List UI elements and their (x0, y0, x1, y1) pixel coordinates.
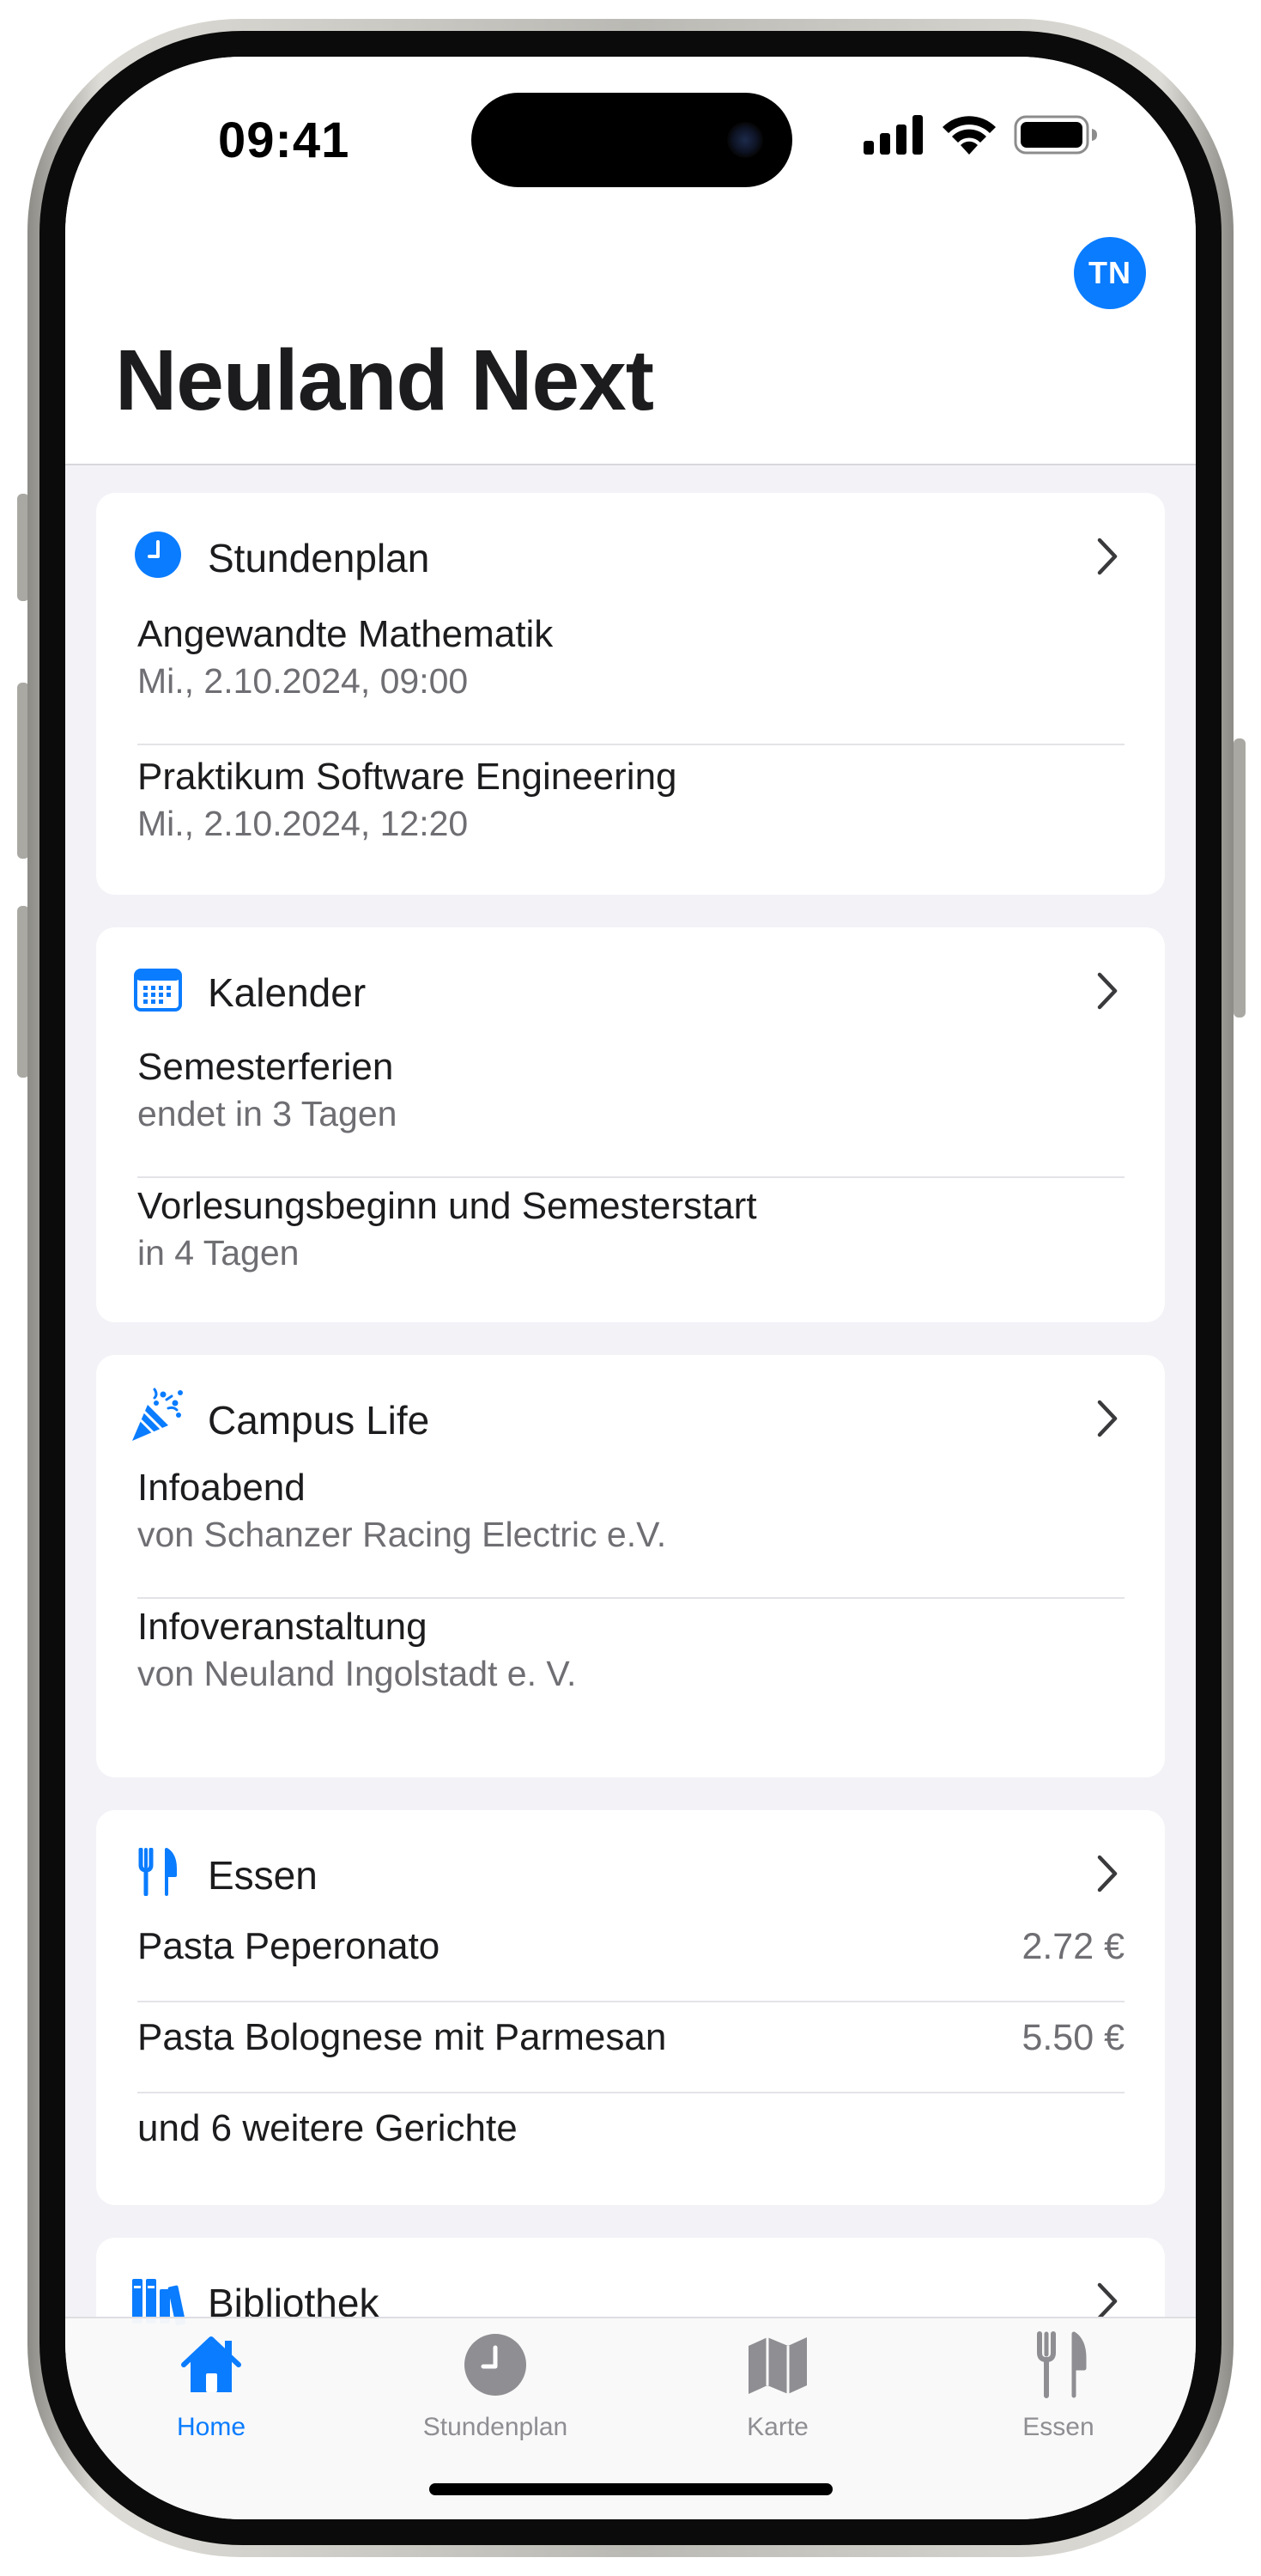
divider (137, 1597, 1125, 1599)
clock-icon (464, 2334, 526, 2396)
meal-name: Pasta Bolognese mit Parmesan (137, 2016, 667, 2058)
battery-icon (1014, 115, 1097, 155)
status-time: 09:41 (218, 112, 350, 168)
timetable-item-time: Mi., 2.10.2024, 09:00 (137, 661, 469, 701)
chevron-right-icon (1097, 538, 1118, 575)
timetable-item-time: Mi., 2.10.2024, 12:20 (137, 804, 469, 843)
divider (137, 2001, 1125, 2002)
page-title: Neuland Next (115, 332, 654, 428)
divider (137, 744, 1125, 745)
calendar-icon (134, 969, 182, 1012)
campus-life-item-title: Infoabend (137, 1467, 306, 1509)
timetable-card-title: Stundenplan (208, 536, 430, 580)
calendar-card-header[interactable]: Kalender (96, 927, 1165, 1022)
calendar-card[interactable]: Kalender Semesterferien endet in 3 Tagen… (96, 927, 1165, 1322)
front-camera-icon (727, 122, 763, 158)
profile-avatar-button[interactable]: TN (1074, 237, 1146, 309)
side-button (1234, 738, 1246, 1018)
food-card-title: Essen (208, 1853, 318, 1898)
map-icon (749, 2337, 807, 2394)
fork-knife-icon (138, 1848, 177, 1896)
meal-name: Pasta Peperonato (137, 1925, 440, 1967)
calendar-item[interactable]: Vorlesungsbeginn und Semesterstart in 4 … (137, 1183, 1125, 1276)
timetable-card-header[interactable]: Stundenplan (96, 493, 1165, 587)
calendar-item[interactable]: Semesterferien endet in 3 Tagen (137, 1044, 1125, 1137)
meal-price: 2.72 € (1022, 1926, 1125, 1967)
timetable-item[interactable]: Angewandte Mathematik Mi., 2.10.2024, 09… (137, 611, 1125, 704)
more-meals-link[interactable]: und 6 weitere Gerichte (137, 2105, 1125, 2152)
meal-price: 5.50 € (1022, 2017, 1125, 2058)
campus-life-card[interactable]: Campus Life Infoabend von Schanzer Racin… (96, 1355, 1165, 1777)
wifi-icon (943, 116, 996, 155)
more-meals-text: und 6 weitere Gerichte (137, 2107, 518, 2149)
house-icon (181, 2336, 241, 2392)
meal-item[interactable]: Pasta Peperonato 2.72 € (137, 1923, 1125, 1970)
phone-screen: 09:41 TN Neuland Next Stundenplan Angewa… (65, 57, 1196, 2519)
tab-map[interactable]: Karte (666, 2330, 889, 2451)
chevron-right-icon (1097, 1400, 1118, 1437)
timetable-item[interactable]: Praktikum Software Engineering Mi., 2.10… (137, 754, 1125, 847)
calendar-item-title: Semesterferien (137, 1046, 394, 1088)
campus-life-item[interactable]: Infoabend von Schanzer Racing Electric e… (137, 1465, 1125, 1558)
timetable-card[interactable]: Stundenplan Angewandte Mathematik Mi., 2… (96, 493, 1165, 895)
campus-life-card-header[interactable]: Campus Life (96, 1355, 1165, 1449)
status-bar: 09:41 (65, 57, 1196, 228)
party-popper-icon (132, 1388, 183, 1441)
calendar-item-subtitle: endet in 3 Tagen (137, 1094, 397, 1133)
divider (137, 1176, 1125, 1178)
food-card[interactable]: Essen Pasta Peperonato 2.72 € Pasta Bolo… (96, 1810, 1165, 2205)
calendar-item-title: Vorlesungsbeginn und Semesterstart (137, 1185, 757, 1227)
campus-life-item-subtitle: von Neuland Ingolstadt e. V. (137, 1654, 577, 1693)
timetable-item-title: Angewandte Mathematik (137, 613, 554, 655)
cellular-signal-icon (864, 115, 923, 155)
calendar-card-title: Kalender (208, 970, 367, 1015)
campus-life-item-subtitle: von Schanzer Racing Electric e.V. (137, 1515, 667, 1554)
tab-timetable[interactable]: Stundenplan (384, 2330, 607, 2451)
campus-life-item-title: Infoveranstaltung (137, 1606, 427, 1648)
campus-life-card-title: Campus Life (208, 1398, 430, 1443)
tab-food-label: Essen (1022, 2413, 1094, 2441)
food-card-header[interactable]: Essen (96, 1810, 1165, 1905)
chevron-right-icon (1097, 972, 1118, 1010)
page-header: TN Neuland Next (65, 228, 1196, 465)
tab-timetable-label: Stundenplan (422, 2413, 568, 2441)
chevron-right-icon (1097, 2282, 1118, 2320)
dynamic-island (471, 93, 792, 187)
clock-icon (135, 532, 181, 578)
tab-food[interactable]: Essen (947, 2330, 1170, 2451)
tab-home-label: Home (176, 2413, 246, 2441)
campus-life-item[interactable]: Infoveranstaltung von Neuland Ingolstadt… (137, 1604, 1125, 1697)
tab-home[interactable]: Home (100, 2330, 323, 2451)
divider (137, 2092, 1125, 2093)
meal-item[interactable]: Pasta Bolognese mit Parmesan 5.50 € (137, 2014, 1125, 2061)
chevron-right-icon (1097, 1855, 1118, 1893)
tab-map-label: Karte (747, 2413, 809, 2441)
calendar-item-subtitle: in 4 Tagen (137, 1233, 300, 1273)
home-indicator[interactable] (429, 2483, 833, 2495)
fork-knife-icon (1037, 2331, 1087, 2398)
timetable-item-title: Praktikum Software Engineering (137, 756, 677, 798)
